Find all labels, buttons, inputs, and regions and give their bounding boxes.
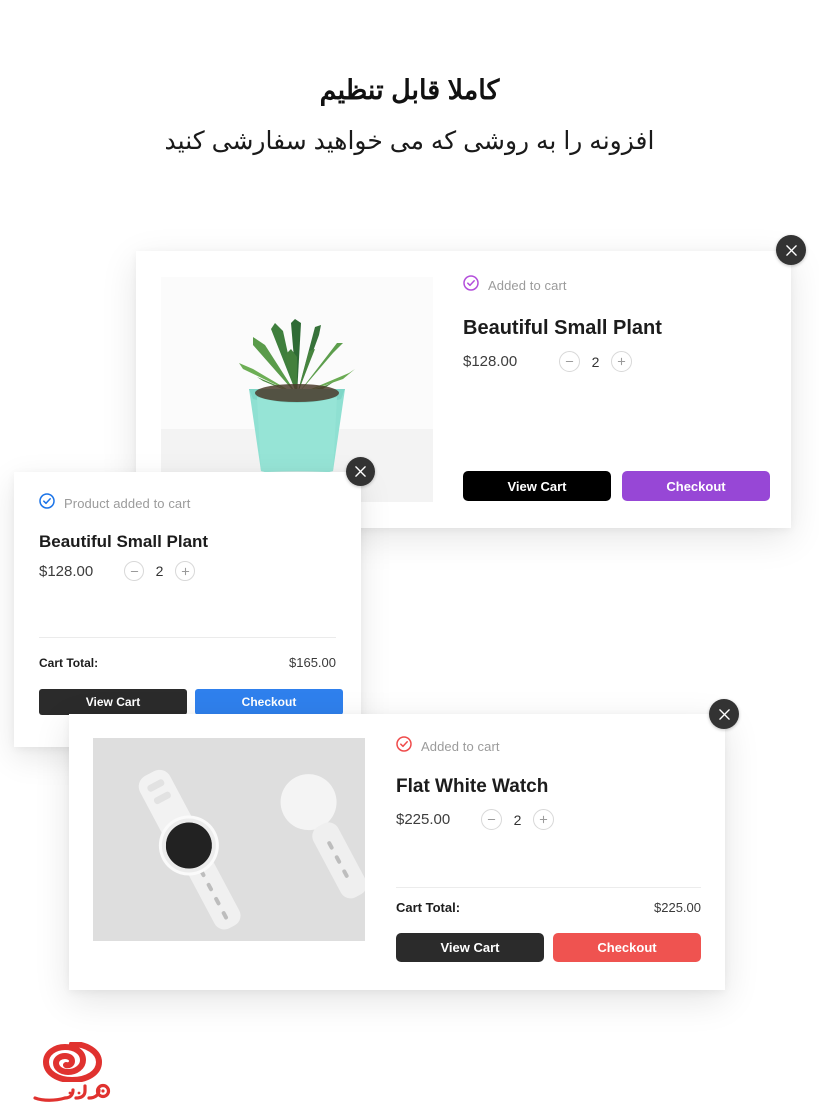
status-text: Added to cart <box>421 739 500 754</box>
product-title: Flat White Watch <box>396 776 549 797</box>
plus-icon[interactable] <box>611 351 632 372</box>
page-root: کاملا قابل تنظیم افزونه را به روشی که می… <box>0 0 819 1120</box>
cart-total-value: $165.00 <box>289 655 336 670</box>
check-circle-glyph <box>396 736 412 752</box>
cart-popup-card-blue: Product added to cart Beautiful Small Pl… <box>14 457 375 747</box>
product-price: $225.00 <box>396 811 451 828</box>
plus-glyph <box>539 815 548 824</box>
close-glyph <box>785 244 797 256</box>
card-content: Product added to cart Beautiful Small Pl… <box>39 493 339 581</box>
price-and-stepper-row: $225.00 2 <box>396 809 701 830</box>
logo-wordmark <box>33 1083 111 1102</box>
view-cart-button[interactable]: View Cart <box>396 933 544 962</box>
action-button-row: View Cart Checkout <box>463 471 770 501</box>
minus-glyph <box>487 818 496 821</box>
cart-total-row: Cart Total: $225.00 <box>396 900 701 915</box>
status-text: Added to cart <box>488 278 567 293</box>
page-subtitle: افزونه را به روشی که می خواهید سفارشی کن… <box>164 127 655 155</box>
quantity-stepper: 2 <box>481 809 554 830</box>
view-cart-button[interactable]: View Cart <box>463 471 611 501</box>
check-circle-icon <box>39 493 55 514</box>
product-title: Beautiful Small Plant <box>39 532 209 551</box>
card-inner: Added to cart Flat White Watch $225.00 2 <box>69 699 739 990</box>
status-row: Added to cart <box>463 275 763 296</box>
quantity-stepper: 2 <box>124 561 195 581</box>
quantity-value: 2 <box>155 563 164 579</box>
plus-glyph <box>617 357 626 366</box>
cart-popup-card-red: Added to cart Flat White Watch $225.00 2 <box>69 699 739 990</box>
product-image-plant <box>161 277 433 502</box>
card-inner: Product added to cart Beautiful Small Pl… <box>14 457 375 747</box>
product-title: Beautiful Small Plant <box>463 317 662 339</box>
action-button-row: View Cart Checkout <box>396 933 701 962</box>
heading-block: کاملا قابل تنظیم افزونه را به روشی که می… <box>0 72 819 160</box>
cart-total-label: Cart Total: <box>39 655 99 670</box>
card-content: Added to cart Flat White Watch $225.00 2 <box>396 736 701 830</box>
minus-glyph <box>565 360 574 363</box>
check-circle-glyph <box>39 493 55 509</box>
minus-glyph <box>130 570 138 572</box>
checkout-button[interactable]: Checkout <box>553 933 701 962</box>
product-price: $128.00 <box>39 562 94 580</box>
checkout-button[interactable]: Checkout <box>622 471 770 501</box>
check-circle-icon <box>463 275 479 296</box>
sedoon-logo <box>33 1042 113 1104</box>
product-price: $128.00 <box>463 353 518 370</box>
plus-glyph <box>181 567 189 575</box>
minus-icon[interactable] <box>559 351 580 372</box>
close-icon[interactable] <box>346 457 375 486</box>
checkout-button[interactable]: Checkout <box>195 689 343 715</box>
close-icon[interactable] <box>709 699 739 729</box>
view-cart-button[interactable]: View Cart <box>39 689 187 715</box>
close-glyph <box>355 466 366 477</box>
page-title: کاملا قابل تنظیم <box>319 75 500 105</box>
quantity-stepper: 2 <box>559 351 632 372</box>
status-row: Added to cart <box>396 736 701 757</box>
check-circle-icon <box>396 736 412 757</box>
cart-total-divider <box>39 637 336 638</box>
swirl-icon <box>42 1042 103 1082</box>
quantity-value: 2 <box>513 811 522 828</box>
status-row: Product added to cart <box>39 493 339 514</box>
watch-illustration <box>93 738 365 941</box>
price-and-stepper-row: $128.00 2 <box>39 561 339 581</box>
close-glyph <box>718 708 730 720</box>
status-text: Product added to cart <box>64 496 191 511</box>
cart-total-label: Cart Total: <box>396 900 461 915</box>
minus-icon[interactable] <box>124 561 144 581</box>
cart-total-value: $225.00 <box>654 900 701 915</box>
plant-illustration <box>161 277 433 502</box>
close-icon[interactable] <box>776 235 806 265</box>
product-image-watch <box>93 738 365 941</box>
price-and-stepper-row: $128.00 2 <box>463 351 763 372</box>
plus-icon[interactable] <box>175 561 195 581</box>
check-circle-glyph <box>463 275 479 291</box>
card-content: Added to cart Beautiful Small Plant $128… <box>463 275 763 372</box>
quantity-value: 2 <box>591 353 600 370</box>
cart-total-row: Cart Total: $165.00 <box>39 655 336 670</box>
minus-icon[interactable] <box>481 809 502 830</box>
plus-icon[interactable] <box>533 809 554 830</box>
action-button-row: View Cart Checkout <box>39 689 343 715</box>
cart-total-divider <box>396 887 701 888</box>
